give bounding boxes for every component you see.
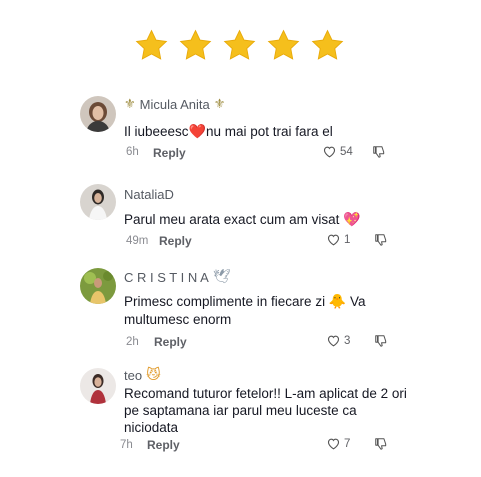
reply-button[interactable]: Reply (147, 438, 180, 452)
comment-username[interactable]: ⚜ Micula Anita ⚜ (124, 97, 225, 112)
avatar[interactable] (80, 184, 116, 220)
like-button[interactable]: 7 (326, 436, 350, 451)
comment-time: 7h (120, 439, 133, 451)
star-icon (266, 28, 301, 64)
reply-button[interactable]: Reply (159, 234, 192, 248)
comment-text: Primesc complimente in fiecare zi 🐥 Va m… (124, 294, 366, 327)
like-button[interactable]: 3 (326, 333, 350, 348)
dislike-button[interactable] (372, 145, 386, 159)
heart-outline-icon (326, 232, 341, 247)
thumbs-down-icon (374, 334, 388, 348)
star-icon (222, 28, 257, 64)
thumbs-down-icon (372, 145, 386, 159)
fleur-de-lis-icon: ⚜ (124, 97, 136, 112)
dove-icon: 🕊 (212, 269, 231, 285)
comment-username[interactable]: C R I S T I N A 🕊 (124, 269, 231, 285)
like-count: 1 (344, 233, 351, 246)
comment-time: 6h (126, 146, 139, 158)
like-count: 54 (340, 145, 353, 158)
heart-outline-icon (326, 436, 341, 451)
comment-time: 49m (126, 235, 149, 247)
sparkling-heart-icon: 💖 (343, 212, 361, 228)
cat-icon: 😼 (146, 367, 161, 383)
star-rating (134, 28, 348, 64)
heart-outline-icon (322, 144, 337, 159)
avatar[interactable] (80, 96, 116, 132)
thumbs-down-icon (374, 233, 388, 247)
comment-username[interactable]: NataliaD (124, 187, 174, 202)
thumbs-down-icon (374, 437, 388, 451)
reply-button[interactable]: Reply (153, 146, 186, 160)
like-count: 3 (344, 334, 351, 347)
red-heart-icon: ❤️ (188, 124, 206, 140)
comment-text: Il iubeeesc❤️nu mai pot trai fara el (124, 124, 333, 140)
comment-text: Recomand tuturor fetelor!! L-am aplicat … (124, 386, 407, 435)
dislike-button[interactable] (374, 334, 388, 348)
dislike-button[interactable] (374, 437, 388, 451)
star-icon (134, 28, 169, 64)
comment-text: Parul meu arata exact cum am visat 💖 (124, 212, 361, 228)
comment-time: 2h (126, 336, 139, 348)
like-button[interactable]: 1 (326, 232, 350, 247)
comment-username[interactable]: teo 😼 (124, 367, 161, 383)
dislike-button[interactable] (374, 233, 388, 247)
avatar[interactable] (80, 368, 116, 404)
fleur-de-lis-icon: ⚜ (213, 97, 226, 112)
like-button[interactable]: 54 (322, 144, 353, 159)
star-icon (178, 28, 213, 64)
avatar[interactable] (80, 268, 116, 304)
chick-icon: 🐥 (328, 294, 347, 310)
like-count: 7 (344, 437, 351, 450)
heart-outline-icon (326, 333, 341, 348)
star-icon (310, 28, 345, 64)
reply-button[interactable]: Reply (154, 335, 187, 349)
